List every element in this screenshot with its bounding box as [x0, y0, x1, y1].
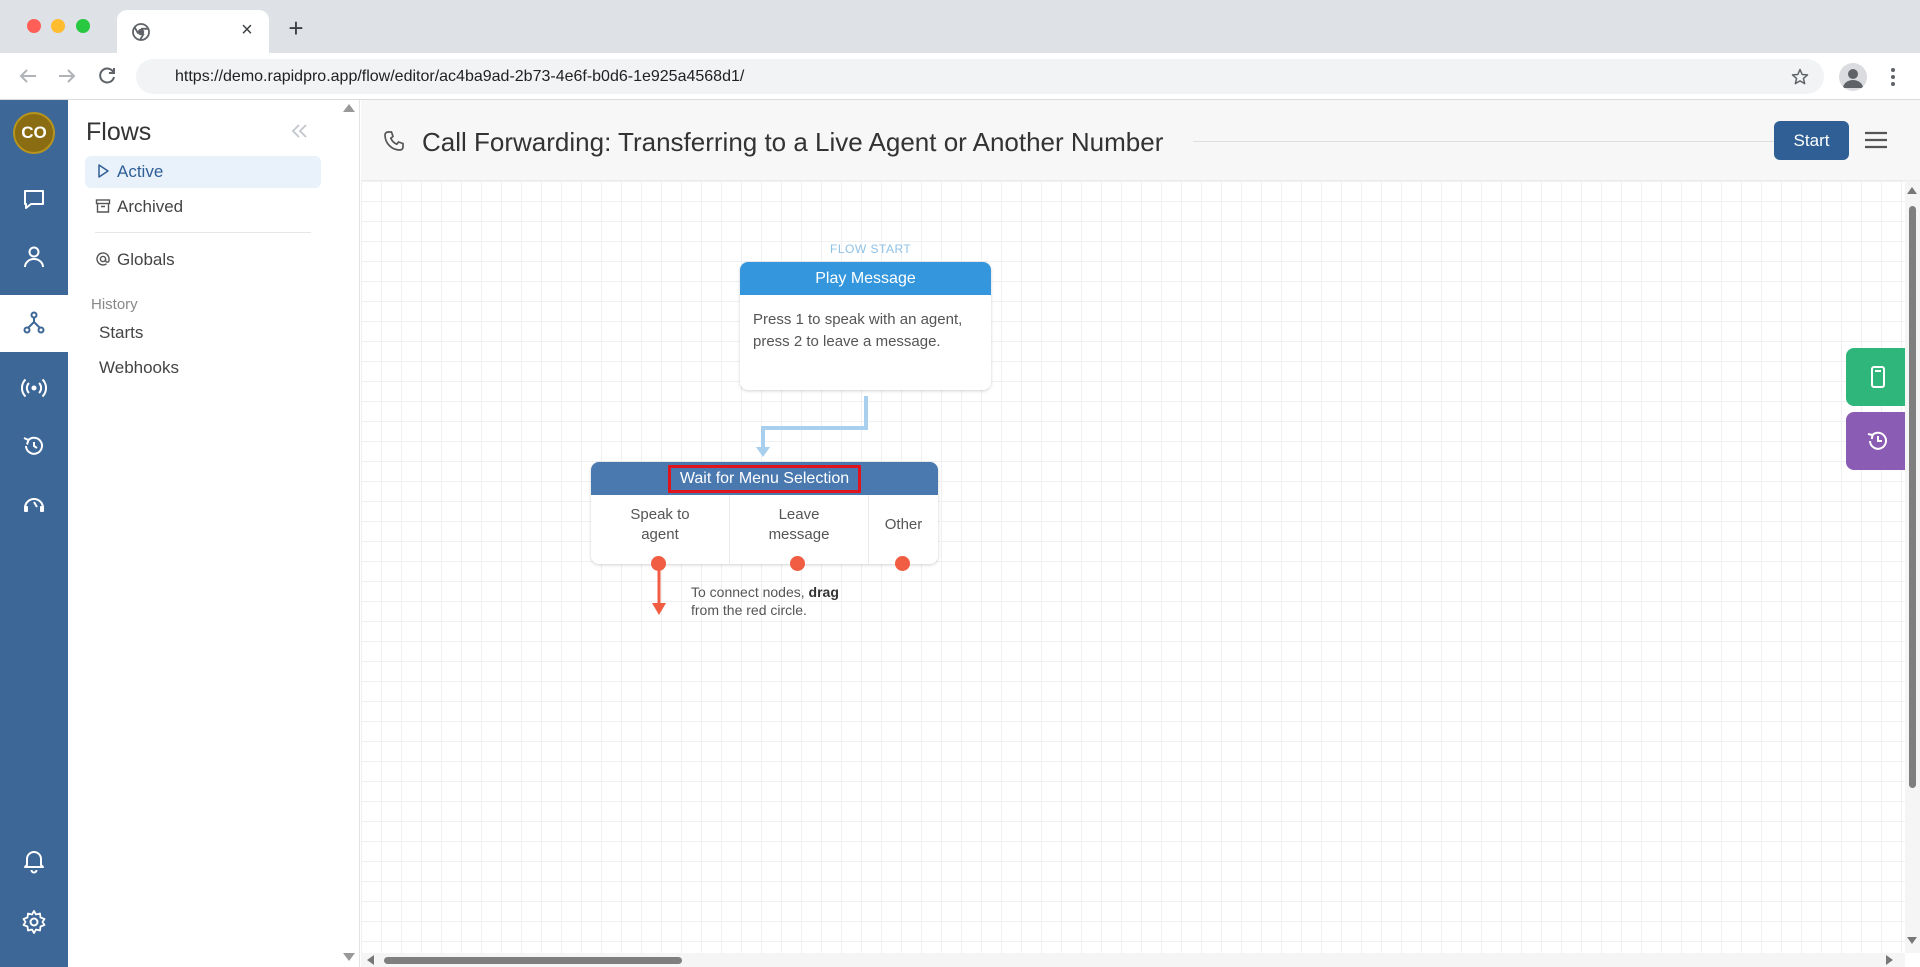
forward-arrow-icon[interactable] — [55, 64, 79, 88]
back-arrow-icon[interactable] — [16, 64, 40, 88]
channels-icon[interactable] — [20, 374, 48, 402]
bookmark-star-icon[interactable] — [1790, 67, 1810, 87]
connect-hint: To connect nodes, drag from the red circ… — [691, 583, 839, 619]
hint-prefix: To connect nodes, — [691, 584, 809, 600]
messages-icon[interactable] — [20, 186, 48, 214]
exit-label: Speak to — [630, 506, 690, 523]
rail-active-slot — [0, 295, 68, 352]
notifications-bell-icon[interactable] — [20, 846, 48, 874]
flow-header: Call Forwarding: Transferring to a Live … — [361, 100, 1920, 181]
address-url[interactable]: https://demo.rapidpro.app/flow/editor/ac… — [175, 68, 744, 86]
canvas-horizontal-scrollbar[interactable] — [361, 953, 1905, 967]
reload-icon[interactable] — [95, 64, 119, 88]
browser-tab[interactable]: × — [117, 10, 269, 53]
sidebar-item-archived[interactable]: Archived — [85, 191, 321, 223]
header-divider — [1193, 141, 1778, 142]
contacts-icon[interactable] — [20, 243, 48, 271]
canvas-vertical-scrollbar[interactable] — [1905, 181, 1920, 953]
sidebar-scroll-down[interactable] — [343, 953, 355, 961]
play-message-node[interactable]: Play Message Press 1 to speak with an ag… — [740, 262, 991, 390]
start-button[interactable]: Start — [1774, 121, 1849, 160]
collapse-sidebar-icon[interactable] — [288, 120, 310, 142]
support-icon[interactable] — [20, 490, 48, 518]
revisions-button[interactable] — [1846, 412, 1906, 470]
hint-bold: drag — [808, 584, 839, 600]
sidebar-item-starts[interactable]: Starts — [99, 323, 143, 343]
page-title: Call Forwarding: Transferring to a Live … — [422, 127, 1164, 157]
settings-gear-icon[interactable] — [20, 908, 48, 936]
flow-start-label: FLOW START — [830, 242, 912, 256]
sidebar-title: Flows — [86, 118, 152, 146]
node-header[interactable]: Wait for Menu Selection — [591, 462, 938, 495]
exit-label: Other — [884, 516, 923, 533]
maximize-window-button[interactable] — [76, 19, 90, 33]
chrome-icon — [132, 23, 150, 41]
exit-label: agent — [641, 526, 679, 543]
flows-icon[interactable] — [20, 309, 48, 337]
sidebar-scroll-up[interactable] — [343, 104, 355, 112]
phone-icon — [384, 131, 404, 151]
exit-dot-other[interactable] — [895, 556, 910, 571]
profile-icon[interactable] — [1839, 63, 1867, 91]
simulator-button[interactable] — [1846, 348, 1906, 406]
browser-menu-icon[interactable] — [1886, 65, 1900, 89]
node-body[interactable]: Press 1 to speak with an agent, press 2 … — [740, 295, 991, 367]
archive-icon — [95, 199, 111, 213]
sidebar-item-label: Archived — [117, 197, 184, 216]
minimize-window-button[interactable] — [51, 19, 65, 33]
node-title-highlighted[interactable]: Wait for Menu Selection — [668, 465, 861, 493]
exit-other[interactable]: Other — [869, 495, 938, 564]
sidebar-item-active[interactable]: Active — [85, 156, 321, 188]
new-tab-button[interactable]: + — [283, 15, 309, 42]
exit-leave-message[interactable]: Leave message — [730, 495, 869, 564]
exit-speak-to-agent[interactable]: Speak to agent — [591, 495, 730, 564]
scroll-left-arrow[interactable] — [367, 955, 374, 965]
exit-label: message — [768, 526, 830, 543]
at-sign-icon — [96, 252, 110, 266]
revision-history-icon — [1867, 431, 1887, 450]
history-section-label: History — [91, 296, 138, 313]
sidebar-item-label: Globals — [117, 250, 175, 269]
history-icon[interactable] — [20, 432, 48, 460]
scroll-down-arrow[interactable] — [1907, 937, 1917, 944]
play-icon — [98, 164, 109, 178]
sidebar-item-label: Active — [117, 162, 164, 181]
sidebar-item-globals[interactable]: Globals — [85, 244, 321, 276]
sidebar-item-webhooks[interactable]: Webhooks — [99, 358, 179, 378]
clipboard-phone-icon — [1871, 366, 1885, 388]
org-avatar[interactable]: CO — [13, 112, 55, 154]
sidebar-divider — [95, 232, 311, 233]
flow-canvas[interactable] — [361, 181, 1905, 953]
node-header[interactable]: Play Message — [740, 262, 991, 295]
exit-dot-speak[interactable] — [651, 556, 666, 571]
hamburger-menu-icon[interactable] — [1864, 130, 1888, 150]
vertical-scroll-thumb[interactable] — [1909, 206, 1916, 788]
scroll-right-arrow[interactable] — [1886, 955, 1893, 965]
flows-sidebar: Flows Active Archived Globals History St… — [68, 100, 360, 967]
browser-toolbar: https://demo.rapidpro.app/flow/editor/ac… — [0, 53, 1920, 100]
wait-menu-node[interactable]: Wait for Menu Selection Speak to agent L… — [591, 462, 938, 564]
app-rail: CO — [0, 100, 68, 967]
scroll-up-arrow[interactable] — [1907, 187, 1917, 194]
close-tab-icon[interactable]: × — [237, 20, 257, 40]
close-window-button[interactable] — [27, 19, 41, 33]
horizontal-scroll-thumb[interactable] — [384, 957, 682, 964]
hint-suffix: from the red circle. — [691, 602, 807, 618]
browser-tab-bar: × + — [0, 0, 1920, 53]
address-bar[interactable]: https://demo.rapidpro.app/flow/editor/ac… — [136, 59, 1824, 94]
exit-label: Leave — [778, 506, 820, 523]
exit-dot-leave[interactable] — [790, 556, 805, 571]
